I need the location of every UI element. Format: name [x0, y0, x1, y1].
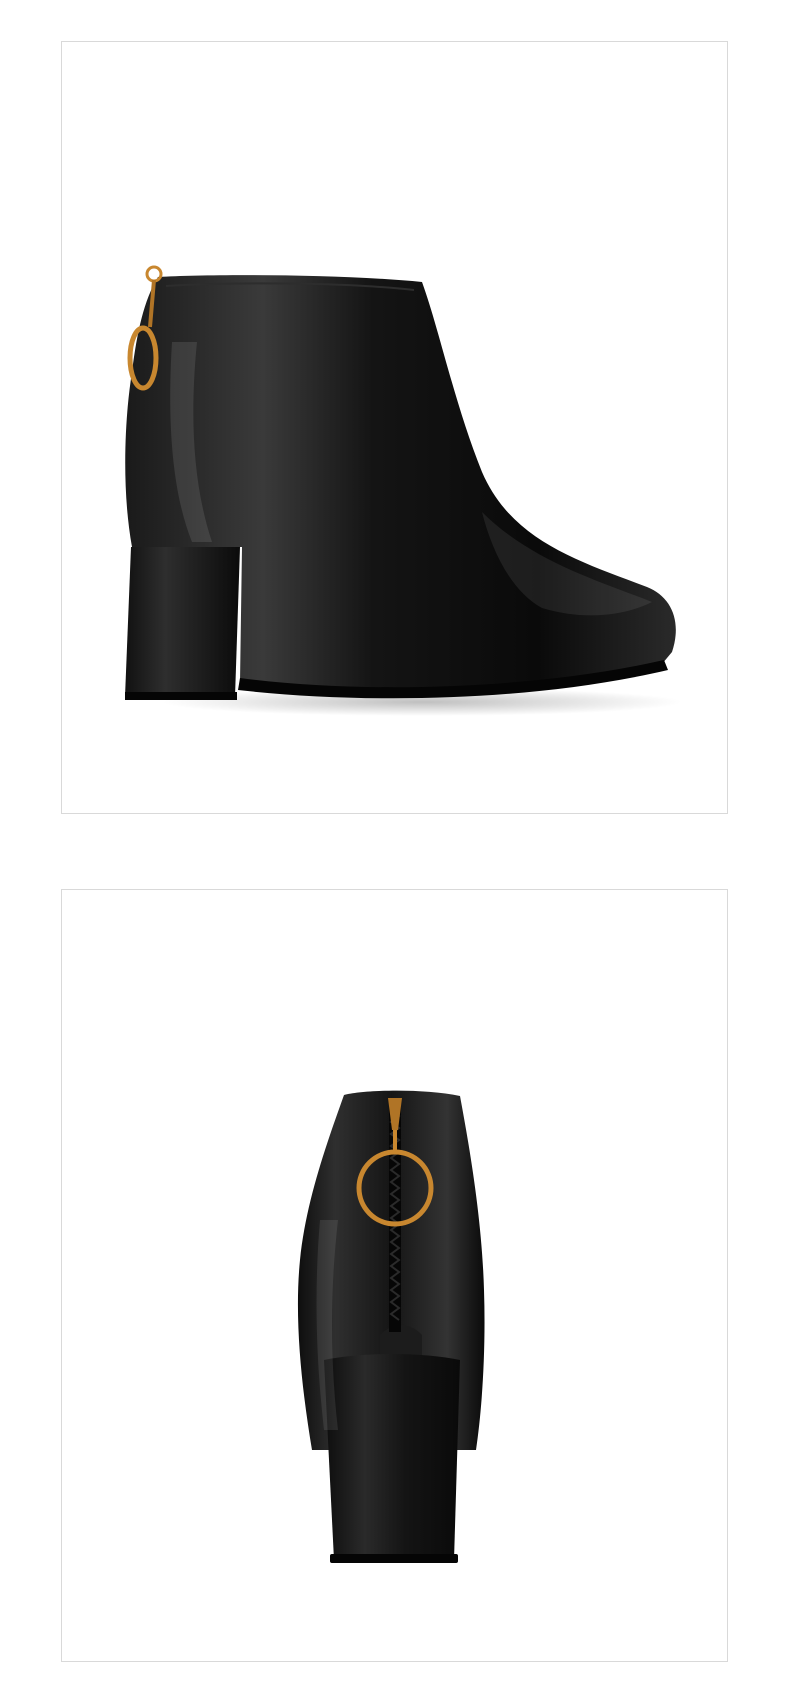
heel-sole: [125, 692, 237, 700]
boot-side-illustration: [125, 265, 682, 716]
heel-sole: [330, 1554, 458, 1563]
boot-heel: [324, 1354, 460, 1560]
product-photo-side-view: [61, 41, 728, 814]
product-photo-back-view: [61, 889, 728, 1662]
boot-heel: [125, 547, 240, 697]
boot-back-illustration: [297, 1090, 485, 1563]
